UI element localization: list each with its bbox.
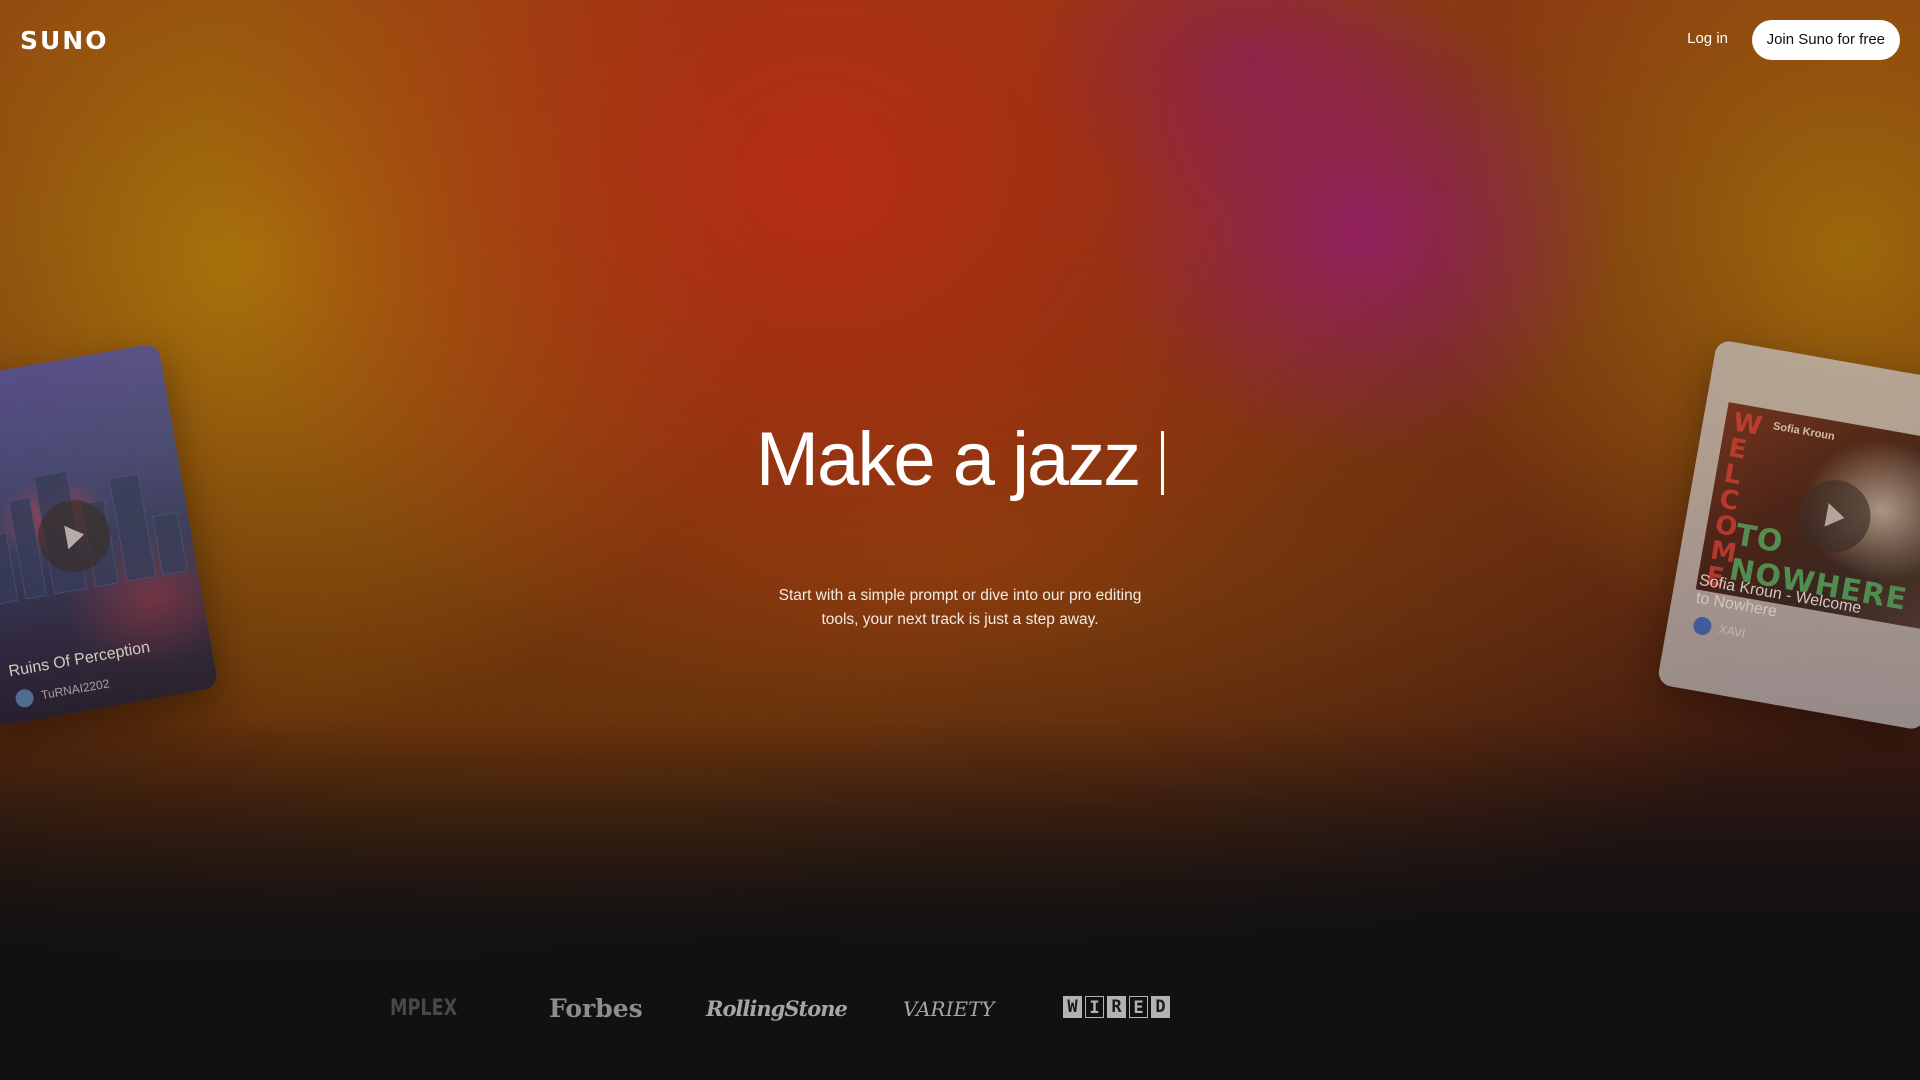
rolling-stone-logo: RollingStone: [706, 996, 848, 1021]
hero-title-text: Make a jazz: [755, 417, 1141, 502]
wired-letter: W: [1063, 996, 1082, 1018]
suno-logo[interactable]: SUNO: [20, 26, 108, 55]
wired-logo: W I R E D: [1063, 996, 1170, 1022]
complex-logo: MPLEX: [390, 996, 458, 1021]
card-title: Ruins Of Perception: [7, 638, 152, 681]
text-cursor: [1161, 431, 1165, 495]
art-artist-tag: Sofia Kroun: [1772, 420, 1836, 443]
bottom-fade: [0, 720, 1920, 1080]
join-button[interactable]: Join Suno for free: [1751, 20, 1900, 60]
card-author[interactable]: XAVI: [1718, 622, 1746, 640]
song-card-right[interactable]: WELCOME Sofia Kroun TO NOWHERE Sofia Kro…: [1656, 339, 1920, 731]
wired-letter: D: [1151, 996, 1170, 1018]
wired-letter: I: [1085, 996, 1104, 1018]
song-card-left[interactable]: Ruins Of Perception TuRNAI2202: [0, 342, 219, 728]
hero-title: Make a jazz: [0, 415, 1920, 505]
hero-subtitle: Start with a simple prompt or dive into …: [778, 587, 1142, 628]
forbes-logo: Forbes: [549, 994, 643, 1023]
card-author[interactable]: TuRNAI2202: [40, 676, 110, 702]
author-avatar: [14, 687, 36, 709]
wired-letter: R: [1107, 996, 1126, 1018]
author-avatar: [1691, 615, 1713, 637]
wired-letter: E: [1129, 996, 1148, 1018]
login-link[interactable]: Log in: [1687, 30, 1728, 47]
landing-page: SUNO Log in Join Suno for free Make a ja…: [0, 0, 1920, 1080]
variety-logo: VARIETY: [903, 997, 995, 1021]
